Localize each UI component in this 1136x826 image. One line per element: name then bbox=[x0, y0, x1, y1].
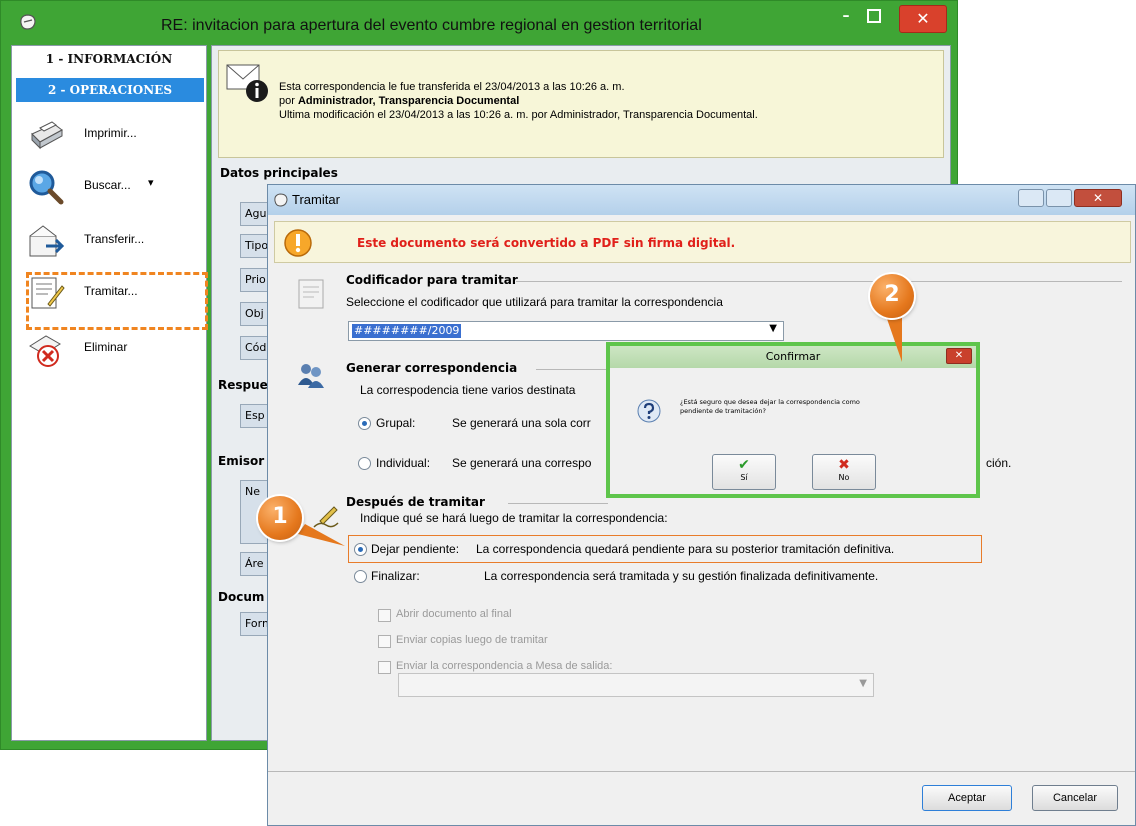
individual-radio[interactable] bbox=[358, 457, 371, 470]
users-icon bbox=[298, 364, 324, 388]
minimize-button[interactable]: – bbox=[839, 9, 853, 25]
individual-desc-tail: ción. bbox=[986, 456, 1012, 470]
mesa-salida-checkbox[interactable] bbox=[378, 661, 391, 674]
minimize-button[interactable] bbox=[1018, 189, 1044, 207]
grupal-desc: Se generará una sola corr bbox=[452, 416, 591, 430]
tab-informacion[interactable]: 1 - INFORMACIÓN bbox=[12, 52, 206, 74]
codificador-instruction: Seleccione el codificador que utilizará … bbox=[346, 295, 723, 309]
confirmar-title: Confirmar bbox=[765, 350, 821, 363]
sidebar-item-label: Buscar... bbox=[84, 178, 131, 192]
tramitar-title: Tramitar bbox=[292, 192, 340, 207]
pdf-warning-banner: Este documento será convertido a PDF sin… bbox=[274, 221, 1131, 263]
sidebar-item-transferir[interactable]: Transferir... bbox=[20, 218, 200, 262]
mesa-salida-label: Enviar la correspondencia a Mesa de sali… bbox=[396, 660, 613, 672]
si-label: Sí bbox=[740, 473, 748, 482]
transfer-by-prefix: por bbox=[279, 95, 298, 107]
abrir-documento-label: Abrir documento al final bbox=[396, 608, 512, 620]
dropdown-arrow-icon: ▼ bbox=[769, 323, 777, 334]
confirm-message-line1: ¿Está seguro que desea dejar la correspo… bbox=[680, 398, 860, 406]
confirm-message-line2: pendiente de tramitación? bbox=[680, 407, 766, 415]
printer-icon bbox=[31, 121, 63, 150]
confirmar-dialog: Confirmar ✕ ¿Está seguro que desea dejar… bbox=[606, 342, 980, 498]
mesa-salida-select[interactable]: ▼ bbox=[398, 673, 874, 697]
pdf-warning-text: Este documento será convertido a PDF sin… bbox=[357, 236, 736, 250]
close-button[interactable]: ✕ bbox=[899, 5, 947, 33]
warning-icon bbox=[284, 229, 312, 257]
datos-principales-label: Datos principales bbox=[220, 166, 338, 180]
tramitar-highlight-box bbox=[26, 272, 208, 330]
check-icon: ✔ bbox=[738, 457, 750, 473]
dejar-pendiente-radio[interactable] bbox=[354, 543, 367, 556]
respuesta-label: Respue bbox=[218, 378, 268, 392]
sidebar-item-label: Eliminar bbox=[84, 340, 128, 354]
individual-desc: Se generará una correspo bbox=[452, 456, 592, 470]
no-button[interactable]: ✖ No bbox=[812, 454, 876, 490]
si-button[interactable]: ✔ Sí bbox=[712, 454, 776, 490]
transfer-info-banner: Esta correspondencia le fue transferida … bbox=[218, 50, 944, 158]
grupal-radio[interactable] bbox=[358, 417, 371, 430]
app-icon bbox=[274, 193, 288, 207]
aceptar-button[interactable]: Aceptar bbox=[922, 785, 1012, 811]
abrir-documento-checkbox[interactable] bbox=[378, 609, 391, 622]
documento-label: Docum bbox=[218, 590, 265, 604]
group-divider bbox=[508, 503, 608, 504]
codificador-value: ########/2009 bbox=[352, 324, 462, 338]
sidebar-item-buscar[interactable]: Buscar... ▾ bbox=[20, 164, 200, 208]
generar-title: Generar correspondencia bbox=[346, 361, 518, 375]
callout-2: 2 bbox=[870, 274, 914, 318]
chevron-down-icon: ▾ bbox=[148, 176, 154, 189]
delete-icon bbox=[29, 335, 61, 367]
despues-instruction: Indique qué se hará luego de tramitar la… bbox=[360, 511, 668, 525]
sidebar-item-label: Imprimir... bbox=[84, 126, 137, 140]
tramitar-titlebar[interactable]: Tramitar ✕ bbox=[268, 185, 1135, 215]
callout-1: 1 bbox=[258, 496, 302, 540]
finalizar-desc: La correspondencia será tramitada y su g… bbox=[484, 569, 879, 583]
sidebar-item-eliminar[interactable]: Eliminar bbox=[20, 326, 200, 370]
dejar-pendiente-label: Dejar pendiente: bbox=[371, 542, 460, 556]
tramitar-dialog: Tramitar ✕ Este documento será convertid… bbox=[267, 184, 1136, 826]
maximize-button[interactable] bbox=[867, 9, 881, 23]
transfer-date-text: Esta correspondencia le fue transferida … bbox=[279, 81, 625, 93]
codificador-select[interactable]: ########/2009 ▼ bbox=[348, 321, 784, 341]
window-title: RE: invitacion para apertura del evento … bbox=[161, 17, 702, 34]
grupal-label: Grupal: bbox=[376, 416, 416, 430]
confirmar-titlebar[interactable]: Confirmar ✕ bbox=[610, 346, 976, 368]
dejar-pendiente-desc: La correspondencia quedará pendiente par… bbox=[476, 542, 895, 556]
close-button[interactable]: ✕ bbox=[1074, 189, 1122, 207]
footer-divider bbox=[268, 771, 1135, 772]
group-divider bbox=[516, 281, 1122, 282]
operations-sidebar: 1 - INFORMACIÓN 2 - OPERACIONES Imprimir… bbox=[11, 45, 208, 741]
codificador-title: Codificador para tramitar bbox=[346, 273, 518, 287]
finalizar-radio[interactable] bbox=[354, 570, 367, 583]
app-icon bbox=[20, 14, 36, 30]
maximize-button[interactable] bbox=[1046, 189, 1072, 207]
emisor-label: Emisor bbox=[218, 454, 265, 468]
group-divider bbox=[536, 369, 606, 370]
search-icon bbox=[29, 170, 64, 205]
sidebar-item-label: Transferir... bbox=[84, 232, 145, 246]
question-icon bbox=[637, 399, 661, 423]
codificador-icon bbox=[298, 279, 324, 309]
transfer-by-text: por Administrador, Transparencia Documen… bbox=[279, 95, 519, 107]
close-button[interactable]: ✕ bbox=[946, 348, 972, 364]
enviar-copias-label: Enviar copias luego de tramitar bbox=[396, 634, 548, 646]
transfer-by-user: Administrador, Transparencia Documental bbox=[297, 95, 520, 107]
transfer-icon bbox=[29, 225, 65, 257]
finalizar-label: Finalizar: bbox=[371, 569, 420, 583]
despues-title: Después de tramitar bbox=[346, 495, 485, 509]
pen-sign-icon bbox=[313, 506, 339, 528]
generar-desc: La correspodencia tiene varios destinata bbox=[360, 383, 576, 397]
x-icon: ✖ bbox=[838, 457, 850, 473]
enviar-copias-checkbox[interactable] bbox=[378, 635, 391, 648]
last-modified-text: Ultima modificación el 23/04/2013 a las … bbox=[279, 109, 758, 121]
envelope-info-icon bbox=[226, 64, 268, 102]
no-label: No bbox=[838, 473, 850, 482]
tab-operaciones[interactable]: 2 - OPERACIONES bbox=[16, 78, 204, 102]
individual-label: Individual: bbox=[376, 456, 431, 470]
dropdown-arrow-icon: ▼ bbox=[859, 678, 867, 689]
sidebar-item-imprimir[interactable]: Imprimir... bbox=[20, 112, 200, 156]
cancelar-button[interactable]: Cancelar bbox=[1032, 785, 1118, 811]
